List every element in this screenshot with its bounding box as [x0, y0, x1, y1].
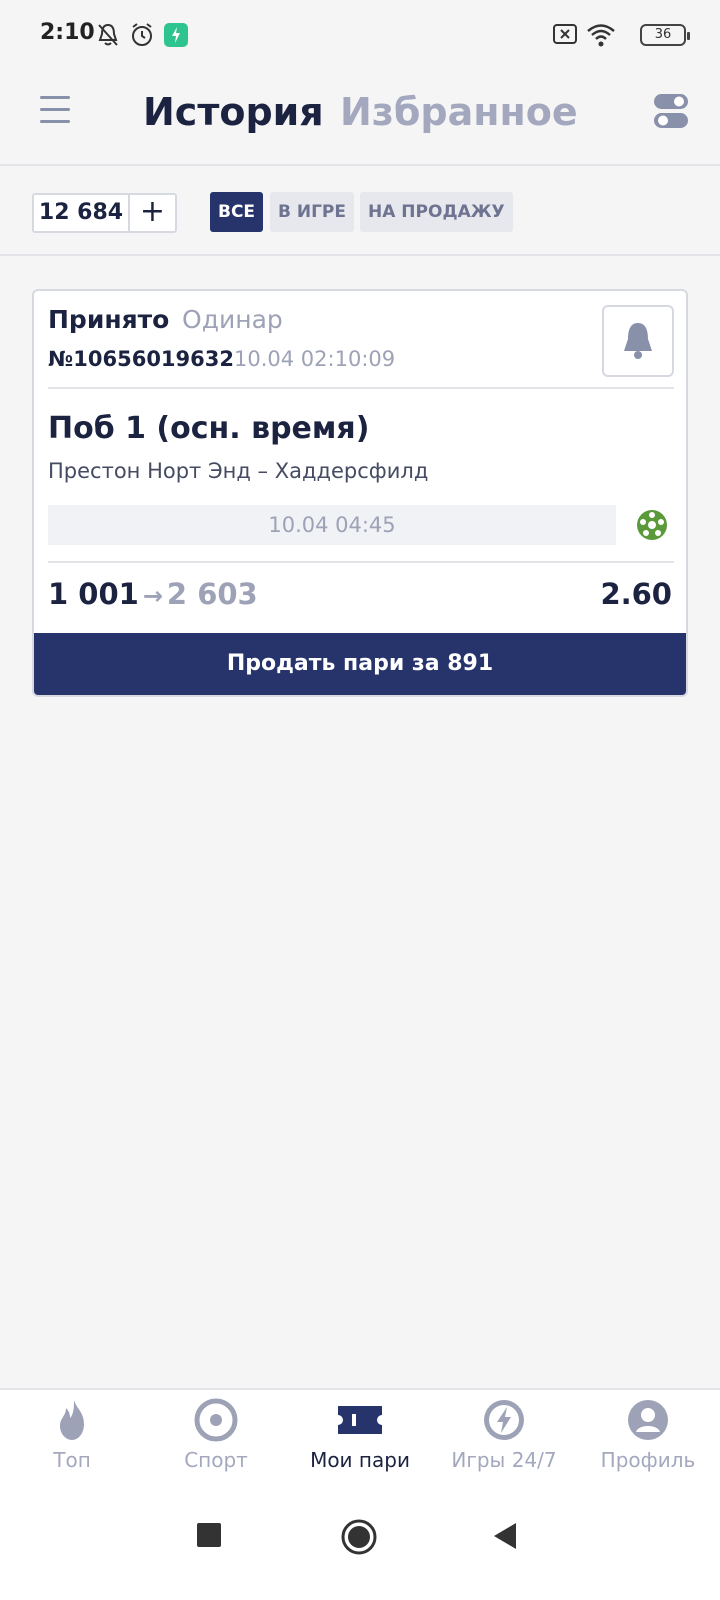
bet-card[interactable]: Принято Одинар №10656019632 10.04 02:10:… — [32, 289, 688, 697]
wifi-icon — [587, 24, 615, 47]
recents-icon[interactable] — [196, 1522, 222, 1548]
bet-match[interactable]: Престон Норт Энд – Хаддерсфилд — [48, 459, 428, 483]
match-start-time: 10.04 04:45 — [48, 505, 616, 545]
tab-favorites[interactable]: Избранное — [340, 90, 578, 134]
user-icon — [628, 1400, 668, 1440]
bet-amounts: 1 001 → 2 603 — [48, 577, 258, 611]
tab-history[interactable]: История — [143, 90, 324, 134]
bottom-nav: Топ Спорт Мои пари Игры 24/7 Профиль — [0, 1388, 720, 1484]
nav-label: Топ — [53, 1448, 91, 1472]
status-bar: 2:10 36 — [0, 0, 720, 70]
nav-label: Профиль — [600, 1448, 696, 1472]
sim-x-icon — [553, 24, 577, 44]
nav-my-bets[interactable]: Мои пари — [288, 1396, 432, 1472]
nav-profile[interactable]: Профиль — [576, 1396, 720, 1472]
status-time: 2:10 — [40, 20, 95, 45]
battery-icon: 36 — [640, 24, 690, 46]
filter-for-sale[interactable]: НА ПРОДАЖУ — [360, 192, 513, 232]
notify-button[interactable] — [602, 305, 674, 377]
toggle-icon[interactable] — [654, 92, 688, 130]
filter-all[interactable]: ВСЕ — [210, 192, 264, 232]
system-nav-bar — [0, 1484, 720, 1600]
back-icon[interactable] — [492, 1522, 518, 1550]
nav-label: Мои пари — [310, 1448, 410, 1472]
filter-live[interactable]: В ИГРЕ — [270, 192, 355, 232]
football-icon — [637, 510, 667, 540]
bet-odds: 2.60 — [600, 577, 672, 611]
nav-sport[interactable]: Спорт — [144, 1396, 288, 1472]
potential-win: 2 603 — [166, 577, 258, 611]
bet-number: №10656019632 — [48, 347, 234, 371]
bell-icon — [624, 323, 652, 359]
home-icon[interactable] — [340, 1518, 378, 1556]
nav-label: Спорт — [184, 1448, 248, 1472]
target-icon — [194, 1398, 238, 1442]
nav-games[interactable]: Игры 24/7 — [432, 1396, 576, 1472]
bet-type: Одинар — [182, 305, 283, 334]
divider — [48, 387, 674, 389]
hamburger-icon[interactable] — [40, 96, 70, 126]
flame-icon — [60, 1400, 84, 1440]
balance-widget[interactable]: 12 684 + — [32, 193, 177, 233]
divider — [48, 561, 674, 563]
arrow-right-icon: → — [142, 582, 163, 610]
nav-top[interactable]: Топ — [0, 1396, 144, 1472]
filter-bar: 12 684 + ВСЕ В ИГРЕ НА ПРОДАЖУ — [0, 166, 720, 256]
add-funds-button[interactable]: + — [130, 195, 175, 231]
sell-bet-button[interactable]: Продать пари за 891 — [34, 633, 686, 695]
alarm-icon — [132, 23, 152, 46]
vpn-shield-icon — [164, 23, 188, 47]
bell-off-icon — [98, 23, 118, 46]
lightning-icon — [484, 1400, 524, 1440]
stake-amount: 1 001 — [48, 577, 139, 611]
bet-status-label: Принято — [48, 305, 170, 334]
nav-label: Игры 24/7 — [451, 1448, 557, 1472]
balance-value: 12 684 — [34, 195, 130, 231]
bet-outcome: Поб 1 (осн. время) — [48, 411, 370, 446]
bet-placed-at: 10.04 02:10:09 — [234, 347, 396, 371]
header: История Избранное — [0, 70, 720, 166]
bet-status: Принято Одинар — [48, 305, 283, 334]
ticket-icon — [336, 1406, 384, 1434]
